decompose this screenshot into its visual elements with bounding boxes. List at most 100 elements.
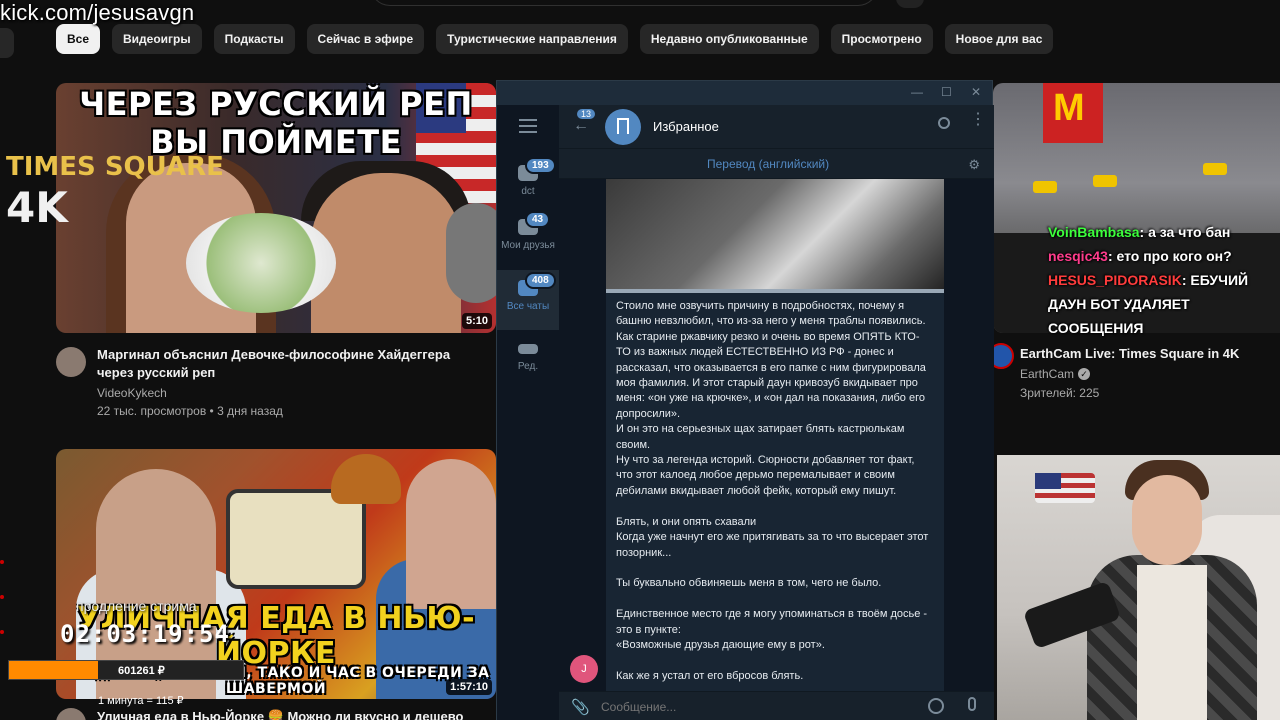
folder-label: Мои друзья: [501, 240, 555, 251]
folder-my-friends[interactable]: 43 Мои друзья: [497, 209, 559, 269]
folder-sidebar: 193 dct 43 Мои друзья 408 Все чаты Ред.: [497, 105, 559, 720]
streamer-head: [1132, 475, 1202, 565]
stream-url-watermark: kick.com/jesusavgn: [0, 0, 195, 25]
chat-title[interactable]: Избранное: [653, 119, 719, 134]
video-duration: 5:10: [461, 313, 492, 329]
chip-watched[interactable]: Просмотрено: [830, 24, 933, 54]
stream-extension-label: продление стрима: [76, 598, 197, 614]
folder-edit[interactable]: Ред.: [497, 330, 559, 390]
taxi-graphic: [1033, 181, 1057, 193]
stream-chat: VoinBambasa: а за что бан nesqic43: ето …: [1048, 220, 1280, 340]
message-list[interactable]: Стоило мне озвучить причину в подробност…: [559, 179, 994, 691]
donation-amount: 601261 ₽: [118, 665, 165, 677]
thumbnail-caption: ЧЕРЕЗ РУССКИЙ РЕП: [79, 85, 473, 123]
translate-bar[interactable]: Перевод (английский) ⚙: [559, 149, 994, 179]
message-input[interactable]: [601, 700, 756, 714]
video-thumbnail[interactable]: ЧЕРЕЗ РУССКИЙ РЕП ВЫ ПОЙМЕТЕ 5:10: [56, 83, 496, 333]
video-title[interactable]: Уличная еда в Нью-Йорке 🍔 Можно ли вкусн…: [97, 709, 464, 720]
back-arrow-icon[interactable]: ←: [573, 117, 589, 135]
more-vert-icon[interactable]: ⋮: [970, 112, 986, 128]
chip-podcasts[interactable]: Подкасты: [213, 24, 295, 54]
chip-all[interactable]: Все: [56, 24, 101, 54]
search-bar[interactable]: [370, 0, 878, 6]
thumbnail-caption: 4K: [6, 183, 68, 232]
attach-icon[interactable]: 📎: [571, 698, 590, 716]
streamer-webcam: [997, 455, 1280, 720]
translate-label[interactable]: Перевод (английский): [707, 157, 829, 171]
unread-badge: 193: [525, 157, 556, 174]
chip-videogames[interactable]: Видеоигры: [112, 24, 202, 54]
stream-timer: 02:03:19:54: [60, 620, 230, 648]
message-photo[interactable]: [606, 179, 944, 291]
chat-message: nesqic43: ето про кого он?: [1048, 244, 1280, 268]
close-icon[interactable]: ✕: [971, 85, 981, 99]
folder-label: Ред.: [517, 361, 539, 372]
video-meta: Маргинал объяснил Девочке-философине Хай…: [97, 346, 477, 418]
chat-message: VoinBambasa: а за что бан: [1048, 220, 1280, 244]
folder-all-chats[interactable]: 408 Все чаты: [497, 270, 559, 330]
viewer-count: Зрителей: 225: [1020, 386, 1100, 400]
window-titlebar[interactable]: — ☐ ✕: [497, 81, 992, 105]
sidebar-item-home[interactable]: [0, 28, 14, 58]
bookmark-icon: [617, 118, 629, 134]
video-title[interactable]: EarthCam Live: Times Square in 4K: [1020, 346, 1239, 361]
verified-icon: ✓: [1078, 368, 1091, 380]
message-text: Стоило мне озвучить причину в подробност…: [616, 300, 929, 682]
video-stats: 22 тыс. просмотров • 3 дня назад: [97, 404, 283, 418]
folder-dct[interactable]: 193 dct: [497, 155, 559, 215]
voice-search-button[interactable]: [896, 0, 924, 8]
channel-name[interactable]: VideoKykech: [97, 386, 477, 400]
video-duration: 1:57:10: [446, 679, 492, 695]
taxi-graphic: [1203, 163, 1227, 175]
message-composer: 📎: [559, 691, 994, 720]
burger-graphic: [331, 454, 401, 504]
video-title[interactable]: Маргинал объяснил Девочке-философине Хай…: [97, 346, 477, 382]
taxi-graphic: [1093, 175, 1117, 187]
chat-username: nesqic43: [1048, 248, 1108, 264]
back-unread-badge: 13: [577, 109, 596, 119]
channel-avatar[interactable]: [56, 347, 86, 377]
channel-name[interactable]: EarthCam: [1020, 367, 1074, 381]
live-dot: [0, 595, 4, 599]
chip-live[interactable]: Сейчас в эфире: [306, 24, 425, 54]
maximize-icon[interactable]: ☐: [941, 85, 952, 99]
folder-label: dct: [521, 186, 535, 197]
chat-username: HESUS_PIDORASIK: [1048, 272, 1182, 288]
donation-rate: 1 минута = 115 ₽: [98, 695, 184, 707]
telegram-window: — ☐ ✕ 193 dct 43 Мои друзья 408 Все чаты: [496, 80, 994, 720]
thumbnail-caption: TIMES SQUARE: [6, 152, 224, 182]
chip-new[interactable]: Новое для вас: [944, 24, 1054, 54]
search-icon[interactable]: [938, 117, 950, 129]
mic-icon[interactable]: [968, 697, 976, 711]
streamer-shirt: [1137, 565, 1207, 720]
unread-badge: 43: [525, 211, 551, 228]
chip-travel[interactable]: Туристические направления: [436, 24, 628, 54]
channel-name-row[interactable]: EarthCam ✓: [1020, 367, 1091, 381]
live-dot: [0, 630, 4, 634]
channel-avatar[interactable]: [56, 708, 86, 720]
chat-text: : ето про кого он?: [1107, 248, 1232, 264]
chip-recent[interactable]: Недавно опубликованные: [639, 24, 819, 54]
chat-username: VoinBambasa: [1048, 224, 1140, 240]
message-bubble: Стоило мне озвучить причину в подробност…: [606, 293, 944, 691]
food-tray-graphic: [226, 489, 366, 589]
sidebar-strip: [0, 0, 30, 720]
emoji-icon[interactable]: [928, 698, 944, 714]
screen: Все Видеоигры Подкасты Сейчас в эфире Ту…: [0, 0, 1280, 720]
mcdonalds-logo: M: [1053, 87, 1085, 129]
unread-badge: 408: [525, 272, 556, 289]
live-dot: [0, 560, 4, 564]
chat-header: ← 13 Избранное ⋮: [559, 105, 994, 149]
chat-text: : а за что бан: [1139, 224, 1231, 240]
minimize-icon[interactable]: —: [911, 85, 923, 99]
translate-settings-icon[interactable]: ⚙: [968, 157, 980, 173]
donation-progress-fill: [9, 661, 98, 679]
soup-bowl-graphic: [186, 213, 336, 313]
filter-chips: Все Видеоигры Подкасты Сейчас в эфире Ту…: [56, 24, 1054, 54]
portrait-graphic: [446, 203, 496, 303]
chat-message: HESUS_PIDORASIK: ЕБУЧИЙ ДАУН БОТ УДАЛЯЕТ…: [1048, 268, 1280, 340]
flag-canton: [1035, 473, 1061, 489]
user-avatar[interactable]: J: [570, 655, 598, 683]
menu-icon[interactable]: [519, 119, 537, 137]
folder-label: Все чаты: [506, 301, 550, 312]
